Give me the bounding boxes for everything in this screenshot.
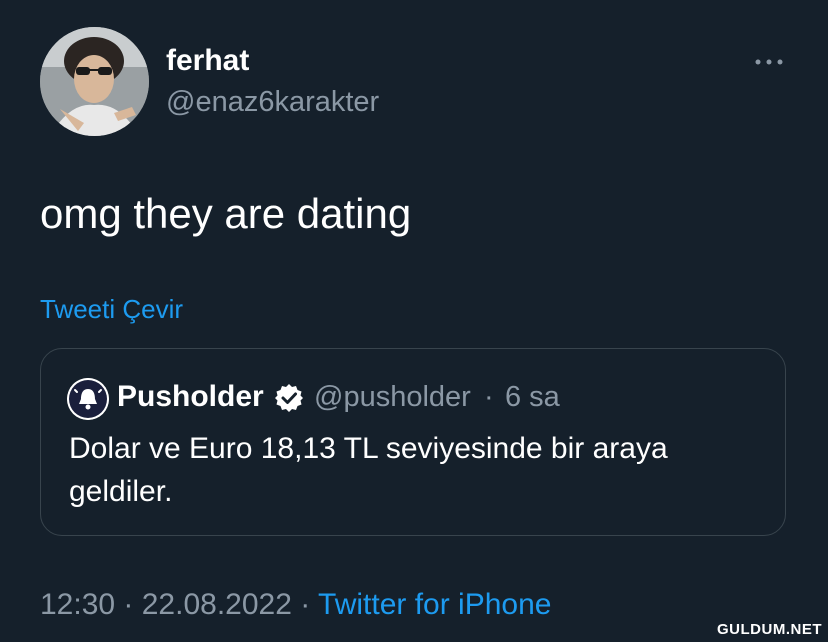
- quote-separator: ·: [484, 381, 494, 413]
- quote-avatar[interactable]: [67, 378, 109, 420]
- quote-timestamp[interactable]: 6 sa: [505, 381, 560, 414]
- quote-text: Dolar ve Euro 18,13 TL seviyesinde bir a…: [69, 432, 668, 508]
- quote-handle[interactable]: @pusholder: [314, 381, 471, 414]
- translate-tweet-link[interactable]: Tweeti Çevir: [40, 294, 183, 325]
- author-avatar[interactable]: [40, 27, 149, 136]
- ellipsis-icon[interactable]: [752, 52, 786, 72]
- tweet-source-link[interactable]: Twitter for iPhone: [318, 588, 551, 621]
- tweet-time[interactable]: 12:30: [40, 588, 115, 621]
- author-handle[interactable]: @enaz6karakter: [166, 86, 379, 119]
- quote-display-name[interactable]: Pusholder: [117, 380, 264, 414]
- meta-separator: ·: [291, 588, 319, 621]
- tweet-date[interactable]: 22.08.2022: [142, 588, 292, 621]
- quoted-tweet-card[interactable]: Pusholder @pusholder · 6 sa Dolar ve Eur…: [40, 348, 786, 536]
- watermark: GULDUM.NET: [717, 621, 822, 638]
- tweet-meta: 12:30 · 22.08.2022 · Twitter for iPhone: [40, 588, 551, 622]
- profile-photo-icon: [40, 27, 149, 136]
- author-display-name[interactable]: ferhat: [166, 44, 249, 78]
- bell-logo-icon: [67, 378, 109, 420]
- tweet-text: omg they are dating: [40, 190, 412, 237]
- verified-badge-icon: [275, 384, 303, 412]
- meta-separator: ·: [115, 588, 142, 621]
